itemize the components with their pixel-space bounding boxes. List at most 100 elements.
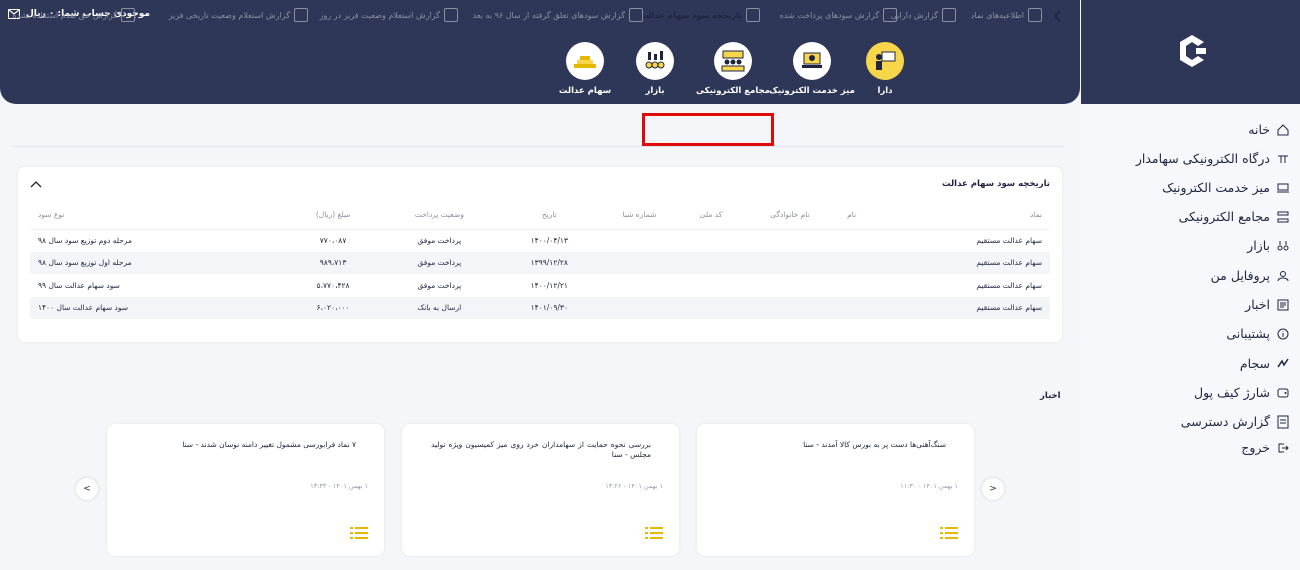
table-cell: ۱۴۰۱/۰۹/۳۰: [501, 296, 597, 319]
sidebar-item-profile[interactable]: پروفایل من: [1211, 268, 1290, 283]
column-header: شماره شبا: [596, 201, 683, 230]
report-icon: [942, 8, 956, 22]
tile-assembly[interactable]: مجامع الکترونیکی: [688, 42, 778, 96]
sidebar-label: پشتیبانی: [1226, 326, 1270, 341]
table-cell: [840, 251, 864, 274]
logout-icon: [1276, 441, 1290, 455]
table-cell: ۹۸۹،۷۱۳: [289, 251, 377, 274]
sidebar-item-news[interactable]: اخبار: [1245, 297, 1290, 312]
table-cell: [739, 296, 841, 319]
table-cell: سود سهام عدالت سال ۹۹: [38, 280, 120, 290]
service-desk-icon: [1276, 181, 1290, 195]
tab-accrued-dividends[interactable]: گزارش سودهای تعلق گرفته از سال ۹۶ به بعد: [473, 8, 643, 22]
table-cell: [840, 229, 863, 252]
news-title[interactable]: بررسی نحوه حمایت از سهامداران خرد روی می…: [431, 440, 651, 460]
sidebar-label: پروفایل من: [1210, 268, 1270, 283]
news-title[interactable]: سنگ‌آهنی‌ها دست پر به بورس کالا آمدند - …: [726, 440, 946, 450]
column-header: وضعیت پرداخت: [376, 201, 502, 230]
news-card[interactable]: بررسی نحوه حمایت از سهامداران خرد روی می…: [402, 424, 679, 556]
table-cell: ۱۴۰۰/۰۴/۱۳: [530, 236, 568, 245]
active-tab-highlight: [642, 113, 774, 146]
column-header: تاریخ: [501, 201, 597, 230]
menu-lines-icon[interactable]: [645, 526, 663, 540]
sidebar-label: درگاه الکترونیکی سهامدار: [1135, 151, 1270, 166]
news-prev-button[interactable]: <: [76, 478, 98, 500]
table-cell: ارسال به بانک: [376, 296, 502, 319]
market-icon: [636, 42, 674, 80]
sidebar-item-sejam[interactable]: سجام: [1240, 356, 1290, 371]
tile-justice-shares[interactable]: سهام عدالت: [540, 42, 630, 96]
sejam-icon: [1276, 357, 1290, 371]
market-icon: [1276, 239, 1290, 253]
sidebar-label: بازار: [1247, 238, 1270, 253]
news-next-button[interactable]: >: [982, 478, 1004, 500]
news-date: ۱ بهمن ۱۴۰۱ - ۱۳:۲۶: [605, 482, 663, 490]
tile-label: دارا: [877, 86, 893, 96]
calendar-icon: [444, 8, 458, 22]
tile-label: مجامع الکترونیکی: [696, 86, 770, 96]
table-cell: [596, 296, 683, 319]
sidebar-item-wallet[interactable]: شارژ کیف پول: [1194, 385, 1290, 400]
column-header: کد ملی: [682, 201, 740, 230]
tab-justice-dividend-history[interactable]: تاریخچه سود سهام عدالت: [640, 8, 760, 22]
table-cell: [840, 296, 864, 319]
menu-lines-icon[interactable]: [940, 526, 958, 540]
sidebar-item-service-desk[interactable]: میز خدمت الکترونیک: [1162, 180, 1290, 195]
table-row: سهام عدالت مستقیم ۱۳۹۹/۱۲/۲۸ پرداخت موفق…: [30, 251, 1050, 274]
table-cell: سود سهام عدالت سال ۱۴۰۰: [30, 296, 290, 319]
sidebar-label: اخبار: [1245, 297, 1270, 312]
sidebar-item-gateway[interactable]: درگاه الکترونیکی سهامدار: [1136, 151, 1290, 166]
report-tabs: [14, 115, 1064, 147]
sidebar-item-assembly[interactable]: مجامع الکترونیکی: [1179, 209, 1290, 224]
tab-asset-report[interactable]: گزارش دارایی: [891, 8, 956, 22]
tab-symbol-notices[interactable]: اطلاعیه‌های نماد: [971, 8, 1042, 22]
news-card[interactable]: ۷ نماد فرابورسی مشمول تغییر دامنه نوسان …: [107, 424, 384, 556]
table-row: سهام عدالت مستقیم ۱۴۰۰/۱۲/۲۱ پرداخت موفق…: [30, 274, 1050, 297]
chart-icon: [629, 8, 643, 22]
user-icon: [1276, 269, 1290, 283]
tile-service-desk[interactable]: میز خدمت الکترونیک: [767, 42, 857, 96]
tab-label: گزارش سودهای پرداخت شده: [779, 10, 879, 20]
tile-label: سهام عدالت: [558, 86, 612, 96]
tab-label: گزارش استعلام وضعیت فریز در روز: [319, 10, 440, 20]
sidebar-item-home[interactable]: خانه: [1248, 122, 1290, 137]
table-cell: پرداخت موفق: [376, 251, 502, 274]
tab-label: گزارش استعلام وضعیت تاریخی فریز: [168, 10, 290, 20]
main-tiles: دارا میز خدمت الکترونیک مجامع الکترونیکی…: [559, 42, 910, 102]
home-icon: [1276, 123, 1290, 137]
table-cell: مرحله دوم توزیع سود سال ۹۸: [38, 236, 133, 245]
chevron-up-icon[interactable]: [30, 179, 42, 189]
sidebar-item-access-report[interactable]: گزارش دسترسی: [1181, 414, 1290, 429]
news-date: ۱ بهمن ۱۴۰۱ - ۱۱:۳۰: [900, 482, 958, 490]
tile-label: بازار: [645, 86, 665, 96]
news-title[interactable]: ۷ نماد فرابورسی مشمول تغییر دامنه نوسان …: [136, 440, 356, 450]
table-cell: ۱۴۰۰/۱۲/۲۱: [530, 280, 568, 290]
tab-paid-dividends[interactable]: گزارش سودهای پرداخت شده: [780, 8, 897, 22]
table-cell: سهام عدالت مستقیم: [976, 280, 1042, 290]
sidebar-item-market[interactable]: بازار: [1247, 238, 1290, 253]
menu-lines-icon[interactable]: [350, 526, 368, 540]
sidebar-label: مجامع الکترونیکی: [1178, 209, 1270, 224]
access-report-icon: [1276, 415, 1290, 429]
tab-unused-rights[interactable]: گزارش حق تقدم استفاده نشده: [12, 8, 135, 22]
news-card[interactable]: سنگ‌آهنی‌ها دست پر به بورس کالا آمدند - …: [697, 424, 974, 556]
app-logo-icon[interactable]: [1174, 33, 1210, 69]
table-cell: [682, 229, 740, 252]
table-header: نماد نام نام خانوادگی کد ملی شماره شبا ت…: [30, 201, 1050, 230]
table-cell: سهام عدالت مستقیم: [863, 296, 1050, 319]
sidebar-label: شارژ کیف پول: [1194, 385, 1270, 400]
table-cell: مرحله اول توزیع سود سال ۹۸: [30, 251, 290, 274]
chevron-left-icon[interactable]: [1052, 10, 1064, 22]
sidebar-label: خروج: [1241, 440, 1270, 455]
table-cell: [682, 274, 740, 297]
tab-freeze-status-history[interactable]: گزارش استعلام وضعیت تاریخی فریز: [169, 8, 308, 22]
sidebar-item-support[interactable]: پشتیبانی: [1226, 326, 1290, 341]
service-desk-icon: [793, 42, 831, 80]
sidebar-label: خانه: [1248, 122, 1270, 137]
justice-shares-icon: [566, 42, 604, 80]
tab-label: اطلاعیه‌های نماد: [970, 10, 1024, 20]
tab-freeze-status-daily[interactable]: گزارش استعلام وضعیت فریز در روز: [320, 8, 458, 22]
sidebar-item-logout[interactable]: خروج: [1241, 440, 1290, 455]
wallet-icon: [1276, 386, 1290, 400]
column-header: نماد: [863, 201, 1050, 230]
